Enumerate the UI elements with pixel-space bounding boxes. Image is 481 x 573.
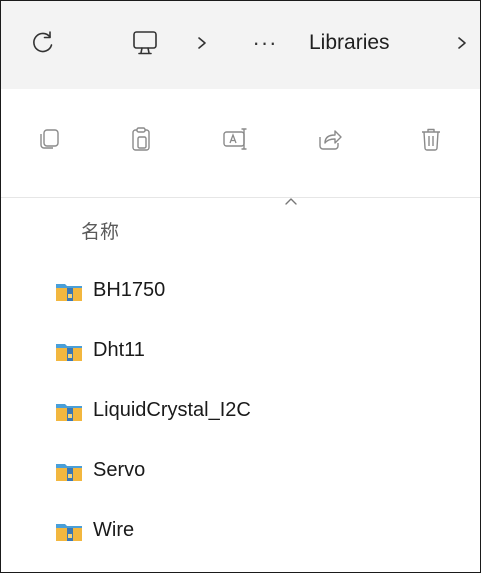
folder-icon [56,464,82,481]
share-button[interactable] [309,119,349,159]
breadcrumb-more-button[interactable]: ··· [243,23,287,63]
list-item[interactable]: Wire [1,503,480,559]
folder-name: Servo [93,459,146,481]
rename-button[interactable] [215,119,255,159]
breadcrumb-separator[interactable] [187,23,217,63]
column-header-name[interactable]: 名称 [81,217,119,244]
delete-button[interactable] [411,119,451,159]
folder-name: LiquidCrystal_I2C [93,399,251,421]
paste-button[interactable] [121,119,161,159]
list-item[interactable]: LiquidCrystal_I2C [1,383,480,439]
folder-icon [56,284,82,301]
folder-name: BH1750 [93,279,166,301]
chevron-right-icon [458,37,466,49]
address-bar: ··· Libraries [1,1,480,89]
folder-icon [56,404,82,421]
refresh-button[interactable] [21,23,65,63]
list-item[interactable]: Dht11 [1,323,480,379]
chevron-right-icon [198,37,206,49]
folder-name: Dht11 [93,339,145,361]
delete-icon [422,128,440,151]
folder-icon [56,344,82,361]
this-pc-icon [133,31,157,55]
refresh-icon [33,31,53,53]
share-icon [319,130,342,150]
copy-button[interactable] [29,119,69,159]
this-pc-button[interactable] [119,19,171,67]
sort-ascending-icon [279,193,303,209]
folder-icon [56,524,82,541]
rename-icon [223,128,247,150]
command-bar [1,89,480,198]
file-explorer-window: ··· Libraries 名称 BH1750 Dht11 LiquidCrys… [0,0,481,573]
breadcrumb-separator-end[interactable] [447,23,477,63]
breadcrumb-libraries[interactable]: Libraries [301,23,398,63]
list-item[interactable]: BH1750 [1,263,480,319]
copy-icon [40,129,59,149]
paste-icon [132,127,150,151]
list-item[interactable]: Servo [1,443,480,499]
folder-name: Wire [93,519,135,541]
